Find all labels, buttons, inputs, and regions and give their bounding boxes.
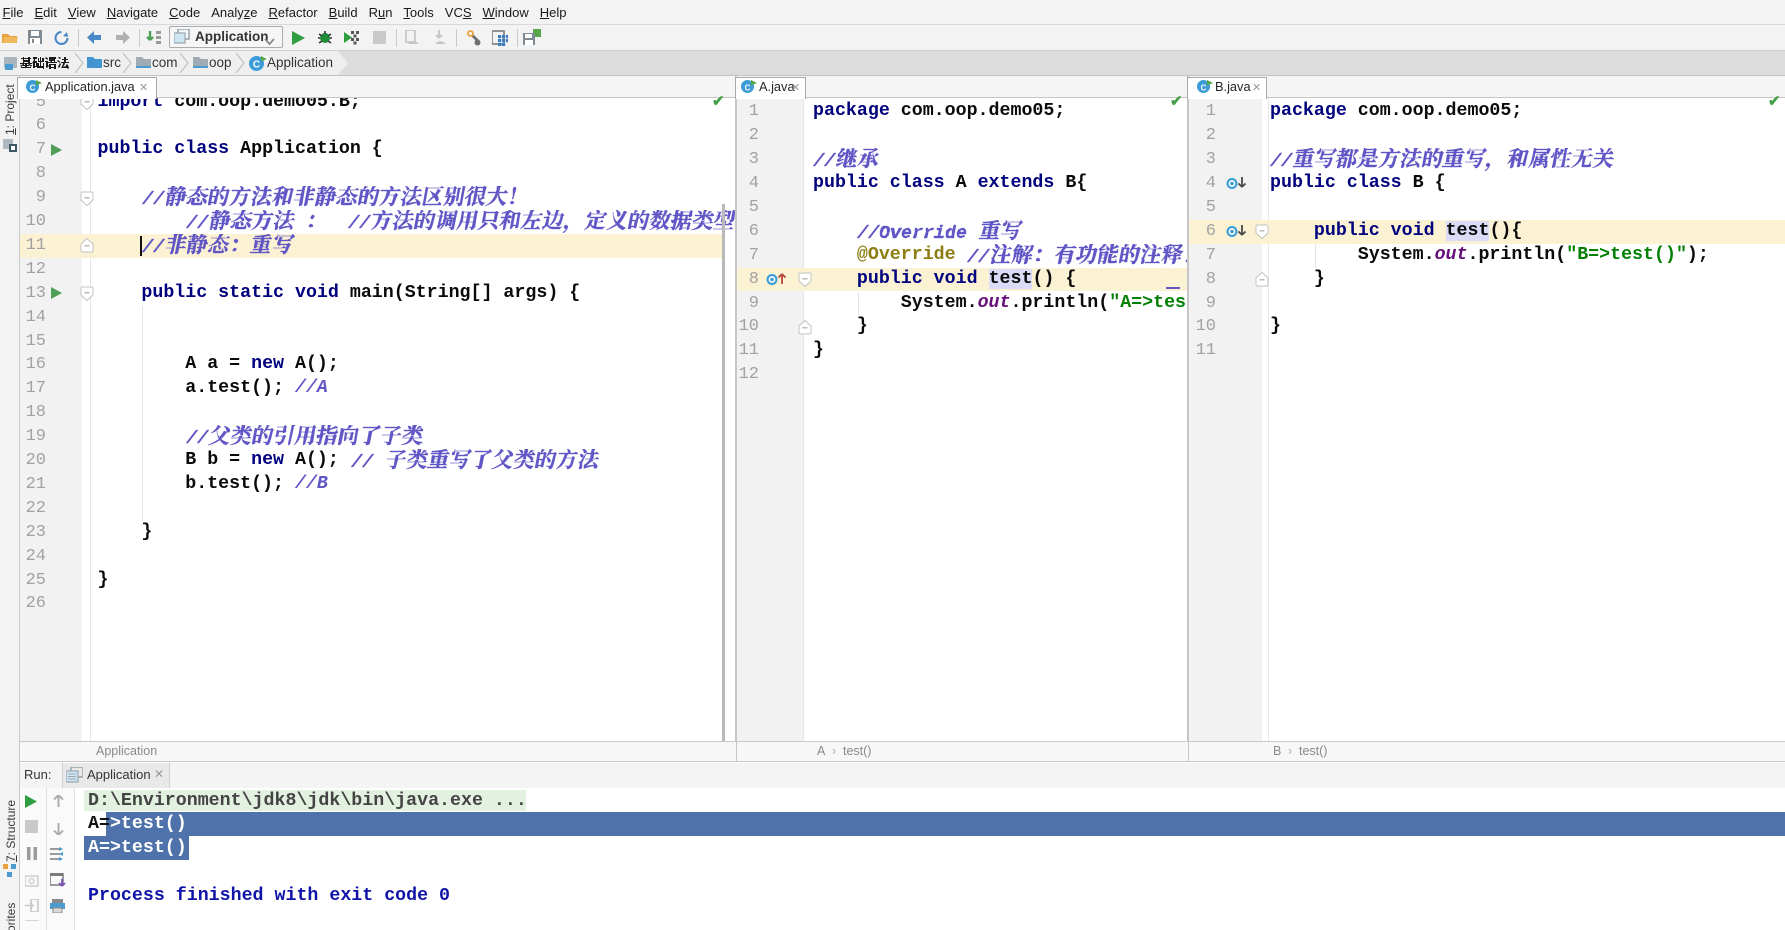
svg-text:C: C: [30, 84, 36, 93]
svg-text:C: C: [1201, 84, 1207, 93]
svg-text:C: C: [745, 84, 751, 93]
svg-text:C: C: [253, 60, 260, 71]
